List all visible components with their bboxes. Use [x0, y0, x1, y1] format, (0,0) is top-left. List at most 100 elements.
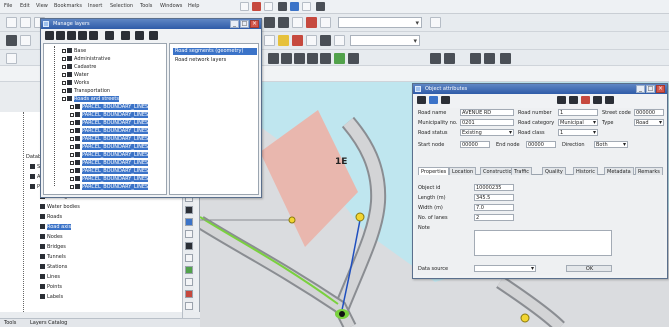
editor-icon[interactable]: [6, 35, 17, 46]
layer-tree-item[interactable]: PARCEL_BOUNDARY_LINES: [70, 160, 149, 166]
attr-titlebar[interactable]: Object attributes _ □ ×: [413, 84, 667, 94]
layer-checkbox[interactable]: [70, 168, 74, 173]
cut-icon[interactable]: [292, 35, 303, 46]
layer-checkbox[interactable]: [62, 48, 66, 53]
road-category-select[interactable]: Municipal: [558, 119, 598, 126]
merge-icon[interactable]: [320, 35, 331, 46]
properties-icon[interactable]: [89, 31, 98, 40]
layer-list-item[interactable]: Road network layers: [173, 57, 228, 64]
open-icon[interactable]: [20, 17, 31, 28]
filter-icon[interactable]: [121, 31, 130, 40]
form-field[interactable]: 2: [474, 214, 514, 221]
tab-location[interactable]: Location: [449, 167, 477, 175]
layer-tree-item[interactable]: Base: [62, 48, 86, 54]
copy-record-icon[interactable]: [593, 96, 602, 104]
tool-info-icon[interactable]: [185, 218, 193, 226]
toc-item[interactable]: Nodes: [40, 234, 63, 240]
menu-edit[interactable]: Edit: [20, 3, 30, 11]
delete-record-icon[interactable]: [581, 96, 590, 104]
menu-view[interactable]: View: [36, 3, 48, 11]
layer-tree-item[interactable]: PARCEL_BOUNDARY_LINES: [70, 120, 149, 126]
layer-checkbox[interactable]: [70, 152, 74, 157]
layer-checkbox[interactable]: [62, 88, 66, 93]
node-point[interactable]: [520, 313, 530, 323]
tool-measure-icon[interactable]: [185, 242, 193, 250]
tab-metadata[interactable]: Metadata: [604, 167, 634, 175]
layer-list-item[interactable]: Road segments (geometry): [173, 48, 257, 55]
menu-file[interactable]: File: [4, 3, 12, 11]
street-code-field[interactable]: 000000: [634, 109, 664, 116]
layers-titlebar[interactable]: Manage layers _ □ ×: [41, 19, 261, 29]
tool-f-icon[interactable]: [334, 53, 345, 64]
layer-icon[interactable]: [6, 53, 17, 64]
layer-checkbox[interactable]: [70, 120, 74, 125]
tool-j-icon[interactable]: [470, 53, 481, 64]
menu-insert[interactable]: Insert: [88, 3, 102, 11]
refresh-icon[interactable]: [430, 17, 441, 28]
vertex-icon[interactable]: [264, 35, 275, 46]
tool-i-icon[interactable]: [444, 53, 455, 64]
menu-selection[interactable]: Selection: [110, 3, 133, 11]
layer-tree-item[interactable]: Roads and streets: [62, 96, 119, 102]
layers-more-icon[interactable]: [149, 31, 158, 40]
full-extent-icon[interactable]: [306, 17, 317, 28]
zoom-to-icon[interactable]: [557, 96, 566, 104]
end-node-field[interactable]: 00000: [526, 141, 556, 148]
new-icon[interactable]: [6, 17, 17, 28]
layer-tree-item[interactable]: PARCEL_BOUNDARY_LINES: [70, 128, 149, 134]
attributes-icon[interactable]: [334, 35, 345, 46]
form-field[interactable]: 10000235: [474, 184, 514, 191]
data-source-select[interactable]: [474, 265, 536, 272]
layer-checkbox[interactable]: [70, 136, 74, 141]
form-field[interactable]: 7.0: [474, 204, 514, 211]
scale-combo[interactable]: [338, 17, 422, 28]
tab-remarks[interactable]: Remarks: [635, 167, 663, 175]
tool-k-icon[interactable]: [484, 53, 495, 64]
municipality-field[interactable]: 0201: [460, 119, 514, 126]
tool-draw-icon[interactable]: [185, 254, 193, 262]
layer-tree-item[interactable]: PARCEL_BOUNDARY_LINES: [70, 168, 149, 174]
layer-tree-item[interactable]: PARCEL_BOUNDARY_LINES: [70, 184, 149, 190]
tool-l-icon[interactable]: [500, 53, 511, 64]
node-point[interactable]: [288, 216, 296, 224]
maximize-button[interactable]: □: [646, 85, 655, 93]
road-name-field[interactable]: AVENUE RD: [460, 109, 514, 116]
select-icon[interactable]: [290, 2, 299, 11]
target-layer-combo[interactable]: [350, 35, 420, 46]
toc-item[interactable]: Tunnels: [40, 254, 66, 260]
toc-item[interactable]: Stations: [40, 264, 67, 270]
undo-icon[interactable]: [240, 2, 249, 11]
tool-pan-icon[interactable]: [185, 230, 193, 238]
type-select[interactable]: Road: [634, 119, 664, 126]
delete-icon[interactable]: [252, 2, 261, 11]
layer-tree-item[interactable]: Administrative: [62, 56, 110, 62]
layer-checkbox[interactable]: [70, 112, 74, 117]
tool-d-icon[interactable]: [307, 53, 318, 64]
close-button[interactable]: ×: [656, 85, 665, 93]
layer-checkbox[interactable]: [70, 184, 74, 189]
note-textarea[interactable]: [474, 230, 612, 256]
measure-icon[interactable]: [302, 2, 311, 11]
toc-item[interactable]: Roads: [40, 214, 62, 220]
tool-a-icon[interactable]: [268, 53, 279, 64]
tool-delete-icon[interactable]: [185, 290, 193, 298]
form-field[interactable]: 345.5: [474, 194, 514, 201]
sketch-icon[interactable]: [20, 35, 31, 46]
ok-button[interactable]: OK: [566, 265, 612, 272]
layer-tree-item[interactable]: PARCEL_BOUNDARY_LINES: [70, 136, 149, 142]
layer-checkbox[interactable]: [62, 96, 66, 101]
maximize-button[interactable]: □: [240, 20, 249, 28]
toc-item[interactable]: Road axis: [40, 224, 72, 230]
tool-edit-icon[interactable]: [185, 266, 193, 274]
add-layer-icon[interactable]: [45, 31, 54, 40]
tool-c-icon[interactable]: [294, 53, 305, 64]
layer-checkbox[interactable]: [70, 144, 74, 149]
minimize-button[interactable]: _: [636, 85, 645, 93]
toc-item[interactable]: Water bodies: [40, 204, 80, 210]
tool-zoom-icon[interactable]: [185, 206, 193, 214]
layer-checkbox[interactable]: [62, 56, 66, 61]
road-number-field[interactable]: 1: [558, 109, 598, 116]
pan-icon[interactable]: [292, 17, 303, 28]
toc-item[interactable]: Bridges: [40, 244, 66, 250]
layer-checkbox[interactable]: [70, 176, 74, 181]
